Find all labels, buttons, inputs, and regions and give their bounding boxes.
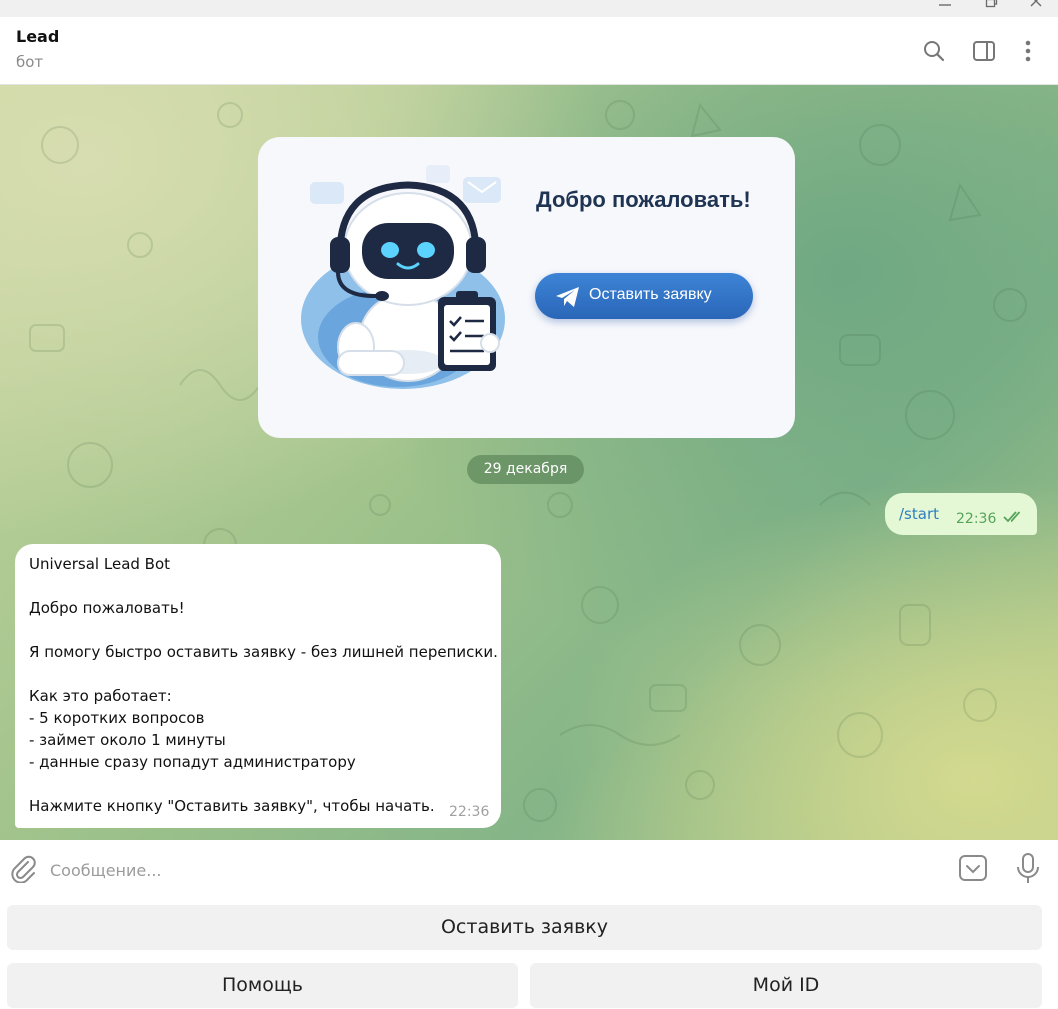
paperclip-icon[interactable] <box>10 855 38 883</box>
chat-history[interactable]: Добро пожаловать! Оставить заявку 29 дек… <box>0 85 1058 840</box>
welcome-image-card[interactable]: Добро пожаловать! Оставить заявку <box>258 137 795 438</box>
chat-title[interactable]: Lead <box>16 27 59 46</box>
incoming-message-time: 22:36 <box>449 804 490 820</box>
chat-subtitle: бот <box>16 53 44 71</box>
date-separator[interactable]: 29 декабря <box>467 455 584 484</box>
outgoing-message-text[interactable]: /start <box>899 505 939 523</box>
welcome-leave-request-button[interactable]: Оставить заявку <box>535 273 753 319</box>
microphone-icon[interactable] <box>1014 852 1042 886</box>
my-id-button[interactable]: Мой ID <box>530 963 1042 1008</box>
message-composer <box>0 840 1058 898</box>
telegram-plane-icon <box>556 287 579 307</box>
close-icon[interactable] <box>1025 0 1047 14</box>
welcome-title: Добро пожаловать! <box>536 187 751 212</box>
minimize-icon[interactable] <box>934 0 956 14</box>
reply-keyboard: Оставить заявку Помощь Мой ID <box>0 898 1058 1009</box>
welcome-button-label: Оставить заявку <box>589 286 712 303</box>
more-vert-icon[interactable] <box>1015 38 1041 64</box>
help-button[interactable]: Помощь <box>7 963 518 1008</box>
double-check-icon <box>1003 511 1021 523</box>
leave-request-button[interactable]: Оставить заявку <box>7 905 1042 950</box>
keyboard-toggle-icon[interactable] <box>958 853 988 883</box>
chat-header[interactable]: Lead бот <box>0 17 1058 85</box>
incoming-message[interactable]: Universal Lead Bot Добро пожаловать! Я п… <box>15 544 501 828</box>
restore-icon[interactable] <box>980 0 1002 14</box>
window-titlebar <box>0 0 1058 17</box>
incoming-message-text: Universal Lead Bot Добро пожаловать! Я п… <box>29 555 498 815</box>
search-icon[interactable] <box>921 38 947 64</box>
sidebar-toggle-icon[interactable] <box>971 38 997 64</box>
message-input[interactable] <box>48 846 932 894</box>
outgoing-message-time: 22:36 <box>956 511 997 527</box>
outgoing-message[interactable]: /start 22:36 <box>885 493 1037 535</box>
